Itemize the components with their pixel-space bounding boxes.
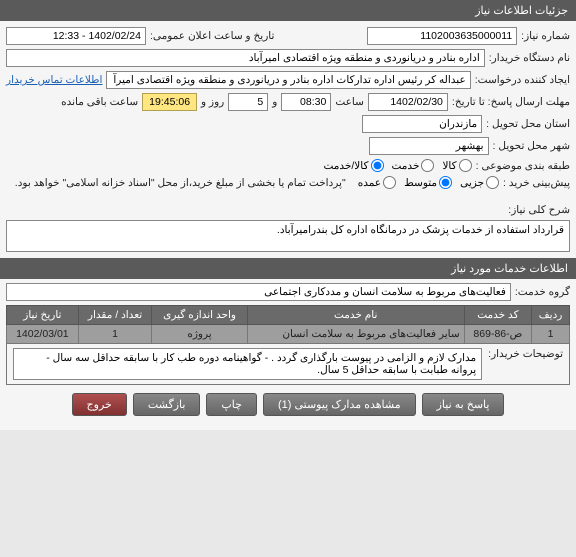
city-label: شهر محل تحویل : [493, 140, 570, 152]
province-label: استان محل تحویل : [486, 118, 570, 130]
purchase-label: پیش‌بینی خرید : [503, 177, 570, 189]
radio-goods[interactable]: کالا [442, 159, 471, 172]
time-label-1: ساعت [335, 96, 364, 108]
radio-service[interactable]: خدمت [392, 159, 435, 172]
buyer-value: اداره بنادر و دریانوردی و منطقه ویژه اقت… [6, 49, 485, 67]
deadline-label: مهلت ارسال پاسخ: تا تاریخ: [452, 96, 570, 108]
desc-value [6, 220, 570, 252]
buyer-label: نام دستگاه خریدار: [489, 52, 570, 64]
services-table: ردیف کد خدمت نام خدمت واحد اندازه گیری ت… [6, 305, 570, 385]
cell-date: 1402/03/01 [7, 325, 79, 344]
province-value: مازندران [362, 115, 482, 133]
col-name: نام خدمت [247, 306, 464, 325]
col-unit: واحد اندازه گیری [152, 306, 247, 325]
print-button[interactable]: چاپ [206, 393, 257, 416]
subject-radio-group: کالا خدمت کالا/خدمت [323, 159, 471, 172]
group-label: گروه خدمت: [515, 286, 570, 298]
table-row[interactable]: 1 ص-86-869 سایر فعالیت‌های مربوط به سلام… [7, 325, 570, 344]
announce-label: تاریخ و ساعت اعلان عمومی: [150, 30, 274, 42]
cell-row: 1 [532, 325, 570, 344]
attachments-button[interactable]: مشاهده مدارک پیوستی (1) [263, 393, 416, 416]
purchase-radio-group: جزیی متوسط عمده [358, 176, 499, 189]
group-value: فعالیت‌های مربوط به سلامت انسان و مددکار… [6, 283, 511, 301]
announce-value: 1402/02/24 - 12:33 [6, 27, 146, 45]
days-label: روز و [201, 96, 224, 108]
cell-unit: پروژه [152, 325, 247, 344]
payment-note: "پرداخت تمام یا بخشی از مبلغ خرید،از محل… [15, 177, 346, 189]
creator-label: ایجاد کننده درخواست: [475, 74, 570, 86]
col-row: ردیف [532, 306, 570, 325]
cell-code: ص-86-869 [464, 325, 531, 344]
subject-label: طبقه بندی موضوعی : [476, 160, 570, 172]
and-label: و [272, 96, 277, 108]
col-code: کد خدمت [464, 306, 531, 325]
radio-partial[interactable]: جزیی [460, 176, 499, 189]
col-date: تاریخ نیاز [7, 306, 79, 325]
remaining-label: ساعت باقی مانده [61, 96, 138, 108]
need-no-value: 1102003635000011 [367, 27, 517, 45]
deadline-time: 08:30 [281, 93, 331, 111]
need-no-label: شماره نیاز: [521, 30, 570, 42]
back-button[interactable]: بازگشت [133, 393, 201, 416]
respond-button[interactable]: پاسخ به نیاز [422, 393, 505, 416]
services-header: اطلاعات خدمات مورد نیاز [0, 258, 576, 279]
contact-link[interactable]: اطلاعات تماس خریدار [6, 74, 102, 86]
exit-button[interactable]: خروج [72, 393, 127, 416]
desc-label: شرح کلی نیاز: [508, 201, 570, 216]
main-header: جزئیات اطلاعات نیاز [0, 0, 576, 21]
days-value: 5 [228, 93, 268, 111]
radio-medium[interactable]: متوسط [404, 176, 452, 189]
cell-qty: 1 [78, 325, 152, 344]
countdown-timer: 19:45:06 [142, 93, 197, 111]
city-value: بهشهر [369, 137, 489, 155]
cell-name: سایر فعالیت‌های مربوط به سلامت انسان [247, 325, 464, 344]
radio-both[interactable]: کالا/خدمت [323, 159, 383, 172]
notes-value [13, 348, 482, 380]
radio-bulk[interactable]: عمده [358, 176, 396, 189]
deadline-date: 1402/02/30 [368, 93, 448, 111]
notes-label: توضیحات خریدار: [488, 348, 563, 360]
col-qty: تعداد / مقدار [78, 306, 152, 325]
creator-value: عبداله کر رئیس اداره تدارکات اداره بنادر… [106, 71, 470, 89]
